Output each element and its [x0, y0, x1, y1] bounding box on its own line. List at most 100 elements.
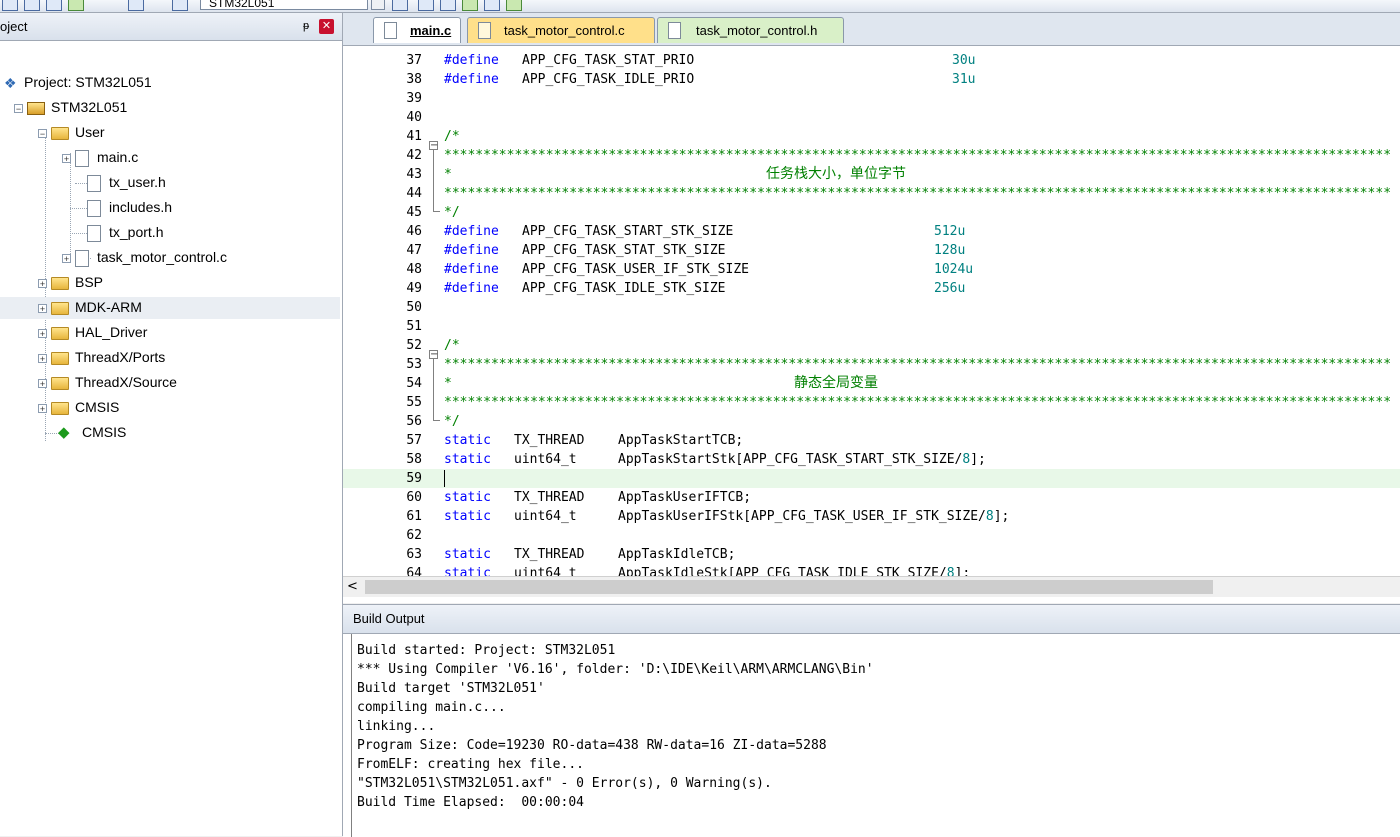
code-line[interactable]: 38 #define APP_CFG_TASK_IDLE_PRIO 31u: [343, 70, 1400, 89]
expand-icon[interactable]: +: [38, 328, 47, 338]
expand-icon[interactable]: +: [38, 378, 47, 388]
scroll-left-icon[interactable]: <: [347, 577, 358, 597]
code-line[interactable]: 63 static TX_THREAD AppTaskIdleTCB;: [343, 545, 1400, 564]
code-line[interactable]: 58 static uint64_t AppTaskStartStk[APP_CFG_…: [343, 450, 1400, 469]
tree-node-tx-user-h[interactable]: tx_user.h: [87, 171, 166, 193]
code-line[interactable]: 54 * 静态全局变量: [343, 374, 1400, 393]
code-line[interactable]: 56 */: [343, 412, 1400, 431]
save-icon[interactable]: [24, 0, 40, 11]
code-line[interactable]: 51: [343, 317, 1400, 336]
tree-label: BSP: [75, 274, 104, 290]
tree-node-target[interactable]: − STM32L051: [14, 96, 127, 118]
manage-icon[interactable]: [392, 0, 408, 11]
collapse-icon[interactable]: −: [38, 128, 47, 138]
code-editor[interactable]: − − 37 #define APP_CFG_TASK_STAT_PRIO 30u 38…: [343, 46, 1400, 576]
code-line[interactable]: 45 */: [343, 203, 1400, 222]
comment-stars: ****************************************…: [444, 148, 1392, 163]
scroll-thumb[interactable]: [365, 580, 1213, 594]
code-line[interactable]: 52 /*: [343, 336, 1400, 355]
target-dropdown-icon[interactable]: [371, 0, 385, 10]
code-line[interactable]: 43 * 任务栈大小，单位字节: [343, 165, 1400, 184]
code-line[interactable]: 59: [343, 469, 1400, 488]
expand-icon[interactable]: +: [38, 278, 47, 288]
code-text: * 静态全局变量: [444, 374, 878, 393]
expand-icon[interactable]: +: [62, 253, 71, 263]
tree-node-group-cmsis[interactable]: + CMSIS: [38, 396, 119, 418]
code-line[interactable]: 37 #define APP_CFG_TASK_STAT_PRIO 30u: [343, 51, 1400, 70]
line-number: 61: [406, 509, 422, 524]
code-line[interactable]: 39: [343, 89, 1400, 108]
expand-icon[interactable]: +: [38, 303, 47, 313]
tree-node-user-folder[interactable]: − User: [38, 121, 105, 143]
tree-node-main-c[interactable]: + main.c: [62, 146, 138, 168]
save-all-icon[interactable]: [46, 0, 62, 11]
code-line[interactable]: 46 #define APP_CFG_TASK_START_STK_SIZE 512u: [343, 222, 1400, 241]
tree-node-group-mdk-arm[interactable]: + MDK-ARM: [38, 296, 142, 318]
type-name: TX_THREAD: [514, 547, 585, 562]
code-line[interactable]: 55 **************************************…: [343, 393, 1400, 412]
code-text: ****************************************…: [444, 393, 1391, 412]
expand-icon[interactable]: +: [38, 403, 47, 413]
code-line[interactable]: 64 static uint64_t AppTaskIdleStk[APP_CFG_T…: [343, 564, 1400, 576]
pack-installer-icon[interactable]: [462, 0, 478, 11]
build-output-line: *** Using Compiler 'V6.16', folder: 'D:\…: [357, 662, 874, 677]
layout-icon[interactable]: [418, 0, 434, 11]
target-select[interactable]: STM32L051: [200, 0, 368, 10]
runtime-env-icon[interactable]: [484, 0, 500, 11]
line-number: 46: [406, 224, 422, 239]
code-line[interactable]: 44 **************************************…: [343, 184, 1400, 203]
tree-node-group-bsp[interactable]: + BSP: [38, 271, 103, 293]
tree-label: includes.h: [109, 199, 173, 215]
tree-node-tx-port-h[interactable]: tx_port.h: [87, 221, 163, 243]
code-line[interactable]: 53 **************************************…: [343, 355, 1400, 374]
code-line[interactable]: 42 **************************************…: [343, 146, 1400, 165]
line-number: 37: [406, 53, 422, 68]
preprocessor-directive: #define: [444, 72, 499, 87]
declaration: AppTaskStartStk[APP_CFG_TASK_START_STK_S…: [618, 450, 986, 469]
code-line[interactable]: 40: [343, 108, 1400, 127]
code-line[interactable]: 62: [343, 526, 1400, 545]
tab-task-motor-control-h[interactable]: task_motor_control.h: [657, 17, 844, 43]
line-number: 54: [406, 376, 422, 391]
code-line[interactable]: 50: [343, 298, 1400, 317]
pin-icon[interactable]: ᵽ: [303, 13, 309, 40]
build-output-text[interactable]: Build started: Project: STM32L051 *** Usi…: [357, 641, 874, 812]
editor-area: main.c task_motor_control.c task_motor_c…: [343, 13, 1400, 603]
expand-icon[interactable]: +: [62, 153, 71, 163]
tree-node-project-root[interactable]: ❖ Project: STM32L051: [4, 71, 152, 93]
tree-node-group-hal-driver[interactable]: + HAL_Driver: [38, 321, 147, 343]
tab-task-motor-control-c[interactable]: task_motor_control.c: [467, 17, 655, 43]
type-name: uint64_t: [514, 509, 577, 524]
close-icon[interactable]: ✕: [319, 19, 334, 34]
tab-label: task_motor_control.h: [696, 23, 818, 38]
options-icon[interactable]: [172, 0, 188, 11]
tree-node-cmsis-component[interactable]: ◆ CMSIS: [58, 421, 126, 443]
open-file-icon[interactable]: [2, 0, 18, 11]
tab-main-c[interactable]: main.c: [373, 17, 461, 43]
preprocessor-directive: #define: [444, 262, 499, 277]
collapse-icon[interactable]: −: [14, 103, 23, 113]
download-icon[interactable]: [128, 0, 144, 11]
tree-node-includes-h[interactable]: includes.h: [87, 196, 172, 218]
tree-label: Project: STM32L051: [24, 74, 152, 90]
select-device-icon[interactable]: [506, 0, 522, 11]
preprocessor-directive: #define: [444, 281, 499, 296]
code-line[interactable]: 47 #define APP_CFG_TASK_STAT_STK_SIZE 128u: [343, 241, 1400, 260]
code-line[interactable]: 48 #define APP_CFG_TASK_USER_IF_STK_SIZE 10…: [343, 260, 1400, 279]
build-icon[interactable]: [68, 0, 84, 11]
code-line[interactable]: 57 static TX_THREAD AppTaskStartTCB;: [343, 431, 1400, 450]
expand-icon[interactable]: +: [38, 353, 47, 363]
macro-value: 30u: [952, 53, 976, 68]
code-line[interactable]: 61 static uint64_t AppTaskUserIFStk[APP_CFG…: [343, 507, 1400, 526]
code-line[interactable]: 41 /*: [343, 127, 1400, 146]
tree-label: task_motor_control.c: [97, 249, 227, 265]
code-line[interactable]: 49 #define APP_CFG_TASK_IDLE_STK_SIZE 256u: [343, 279, 1400, 298]
tree-node-group-threadx-source[interactable]: + ThreadX/Source: [38, 371, 177, 393]
project-icon: ❖: [4, 75, 17, 92]
code-line[interactable]: 60 static TX_THREAD AppTaskUserIFTCB;: [343, 488, 1400, 507]
tree-node-group-threadx-ports[interactable]: + ThreadX/Ports: [38, 346, 165, 368]
keyword: static: [444, 490, 491, 505]
tree-node-task-motor-control-c[interactable]: + task_motor_control.c: [62, 246, 227, 268]
window-icon[interactable]: [440, 0, 456, 11]
horizontal-scrollbar[interactable]: <: [343, 576, 1400, 597]
